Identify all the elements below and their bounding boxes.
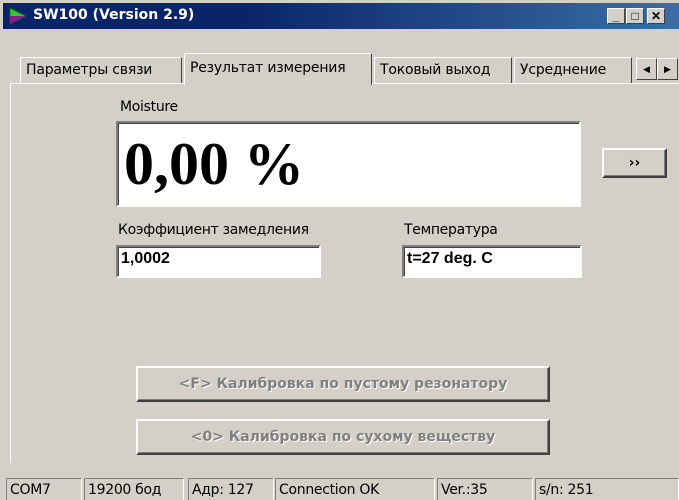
calibrate-dry-substance-button[interactable]: <0> Калибровка по сухому веществу	[136, 419, 550, 455]
tab-scroll-right-button[interactable]: ▶	[657, 58, 678, 80]
button-label: <0> Калибровка по сухому веществу	[190, 429, 496, 445]
double-chevron-right-icon: ››	[628, 155, 641, 171]
temperature-value: t=27 deg. C	[407, 250, 493, 267]
chevron-right-icon: ▶	[664, 63, 671, 74]
status-version: Ver.:35	[437, 478, 533, 500]
app-window: SW100 (Version 2.9) _ □ ✕ Параметры связ…	[0, 0, 679, 500]
temperature-field[interactable]: t=27 deg. C	[402, 245, 582, 278]
maximize-button[interactable]: □	[626, 8, 644, 24]
tab-current-output[interactable]: Токовый выход	[374, 57, 512, 83]
slowdown-coefficient-label: Коэффициент замедления	[118, 222, 309, 238]
tab-scroll-controls: ◀ ▶	[636, 58, 678, 80]
tab-label: Токовый выход	[380, 62, 491, 78]
app-icon	[9, 7, 27, 25]
status-serial-text: s/n: 251	[539, 482, 594, 498]
tab-label: Усреднение	[520, 62, 607, 78]
moisture-value: 0,00 %	[124, 131, 304, 197]
maximize-icon: □	[631, 9, 639, 23]
minimize-icon: _	[612, 9, 620, 23]
status-address-text: Адр: 127	[192, 482, 254, 498]
window-title: SW100 (Version 2.9)	[33, 7, 195, 23]
button-label: <F> Калибровка по пустому резонатору	[178, 376, 508, 392]
minimize-button[interactable]: _	[607, 8, 625, 24]
moisture-label: Moisture	[120, 99, 178, 115]
tab-measurement-result[interactable]: Результат измерения	[184, 53, 372, 85]
temperature-label: Температура	[404, 222, 498, 238]
moisture-display: 0,00 %	[116, 121, 581, 207]
chevron-left-icon: ◀	[643, 63, 650, 74]
status-baud: 19200 бод	[84, 478, 184, 500]
slowdown-coefficient-value: 1,0002	[121, 250, 170, 267]
tab-label: Результат измерения	[190, 60, 346, 76]
tab-label: Параметры связи	[26, 62, 153, 78]
slowdown-coefficient-field[interactable]: 1,0002	[116, 245, 321, 278]
status-connection: Connection OK	[275, 478, 435, 500]
tab-connection-params[interactable]: Параметры связи	[20, 57, 182, 83]
status-version-text: Ver.:35	[441, 482, 488, 498]
status-address: Адр: 127	[188, 478, 274, 500]
status-serial: s/n: 251	[535, 478, 679, 500]
status-port: COM7	[6, 478, 82, 500]
status-baud-text: 19200 бод	[88, 482, 162, 498]
status-port-text: COM7	[10, 482, 51, 498]
expand-button[interactable]: ››	[602, 148, 667, 178]
calibrate-empty-resonator-button[interactable]: <F> Калибровка по пустому резонатору	[136, 366, 550, 402]
close-icon: ✕	[650, 9, 662, 23]
status-connection-text: Connection OK	[279, 482, 379, 498]
title-bar[interactable]: SW100 (Version 2.9) _ □ ✕	[3, 3, 679, 29]
close-button[interactable]: ✕	[647, 8, 665, 24]
tab-averaging[interactable]: Усреднение	[514, 57, 632, 83]
tab-scroll-left-button[interactable]: ◀	[636, 58, 657, 80]
